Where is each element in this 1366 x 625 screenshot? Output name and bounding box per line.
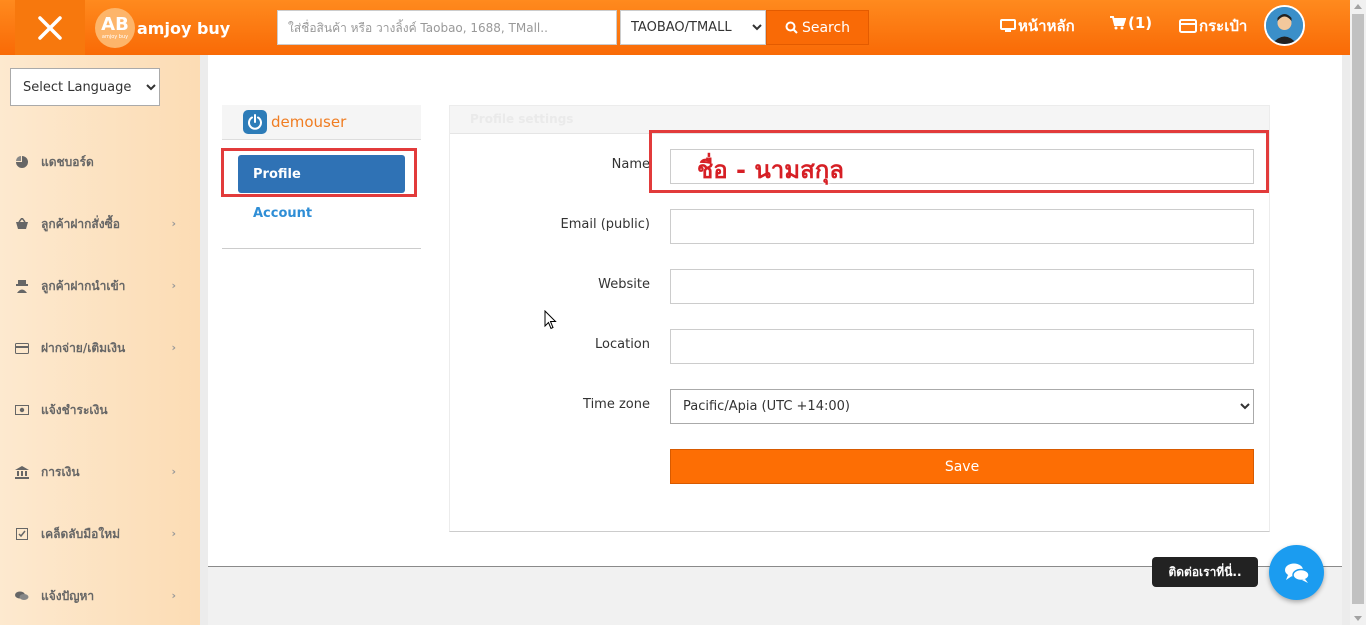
timezone-label: Time zone — [583, 397, 650, 412]
location-field[interactable] — [670, 329, 1254, 364]
search-icon — [785, 21, 798, 34]
close-icon — [38, 15, 62, 40]
sidebar-item-payment-notify[interactable]: แจ้งชำระเงิน — [0, 395, 200, 425]
scroll-down-arrow-icon[interactable] — [1354, 616, 1362, 621]
brand-logo[interactable]: AB amjoy buy amjoy buy — [95, 8, 230, 48]
sidebar-item-label: ฝากจ่าย/เติมเงิน — [41, 340, 126, 355]
search-button[interactable]: Search — [766, 10, 869, 45]
comments-icon — [15, 589, 29, 603]
mouse-cursor-icon — [544, 310, 557, 330]
power-icon — [243, 110, 267, 134]
pie-chart-icon — [15, 155, 29, 169]
contact-label[interactable]: ติดต่อเราที่นี่.. — [1152, 557, 1258, 587]
name-label: Name — [611, 157, 650, 172]
sidebar-item-dashboard[interactable]: แดชบอร์ด — [0, 147, 200, 177]
search-button-label: Search — [801, 19, 851, 36]
email-label: Email (public) — [560, 217, 650, 232]
language-select[interactable]: Select Language — [10, 68, 160, 106]
account-menu-link[interactable]: Account — [253, 206, 312, 221]
user-secret-icon — [15, 279, 29, 293]
website-label: Website — [598, 277, 650, 292]
scroll-thumb[interactable] — [1352, 14, 1364, 604]
nav-home[interactable]: หน้าหลัก — [1000, 14, 1075, 38]
sidebar-item-label: แจ้งปัญหา — [41, 588, 95, 603]
page-scrollbar[interactable] — [1350, 0, 1366, 625]
sidebar-item-order-service[interactable]: ลูกค้าฝากสั่งซื้อ › — [0, 209, 200, 239]
name-annotation: ชื่อ - นามสกุล — [697, 156, 844, 184]
top-navbar: AB amjoy buy amjoy buy TAOBAO/TMALL Sear… — [0, 0, 1350, 55]
timezone-select[interactable]: Pacific/Apia (UTC +14:00) — [670, 389, 1254, 424]
sidebar-item-label: ลูกค้าฝากสั่งซื้อ — [41, 216, 120, 231]
cart-icon — [1110, 16, 1126, 30]
platform-select[interactable]: TAOBAO/TMALL — [620, 10, 766, 45]
user-avatar-icon — [1266, 7, 1303, 44]
logo-text: amjoy buy — [137, 18, 231, 38]
logo-badge: AB amjoy buy — [95, 8, 135, 48]
profile-menu-label: Profile — [253, 166, 301, 182]
close-menu-button[interactable] — [15, 0, 85, 55]
check-square-icon — [15, 527, 29, 541]
sidebar-item-label: เคล็ดลับมือใหม่ — [41, 526, 121, 541]
chevron-right-icon: › — [171, 589, 176, 602]
profile-menu-button[interactable]: Profile — [238, 155, 405, 193]
nav-home-label: หน้าหลัก — [1018, 17, 1075, 35]
basket-icon — [15, 217, 29, 231]
sidebar-item-report-problem[interactable]: แจ้งปัญหา › — [0, 581, 200, 611]
chat-button[interactable] — [1269, 545, 1324, 600]
nav-cart-count: (1) — [1128, 14, 1153, 32]
desktop-icon — [1000, 19, 1016, 32]
nav-wallet-label: กระเป๋า — [1199, 17, 1248, 35]
content-right-gutter — [1342, 55, 1350, 625]
chat-bubbles-icon — [1284, 563, 1310, 583]
location-label: Location — [595, 337, 650, 352]
chevron-right-icon: › — [171, 217, 176, 230]
nav-cart[interactable]: (1) — [1110, 14, 1152, 32]
sidebar-item-label: การเงิน — [41, 464, 80, 479]
chevron-right-icon: › — [171, 341, 176, 354]
chevron-right-icon: › — [171, 279, 176, 292]
website-field[interactable] — [670, 269, 1254, 304]
username: demouser — [271, 113, 347, 131]
avatar[interactable] — [1264, 5, 1305, 46]
chevron-right-icon: › — [171, 465, 176, 478]
sidebar-item-payment-topup[interactable]: ฝากจ่าย/เติมเงิน › — [0, 333, 200, 363]
settings-panel-header: Profile settings — [450, 106, 1269, 134]
sidebar-item-label: แดชบอร์ด — [41, 154, 94, 169]
credit-card-icon — [15, 341, 29, 355]
sidebar-item-import-service[interactable]: ลูกค้าฝากนำเข้า › — [0, 271, 200, 301]
sidebar-item-tips[interactable]: เคล็ดลับมือใหม่ › — [0, 519, 200, 549]
scroll-up-arrow-icon[interactable] — [1354, 4, 1362, 9]
user-panel-header: demouser — [222, 105, 421, 140]
sidebar-item-label: ลูกค้าฝากนำเข้า — [41, 278, 126, 293]
money-icon — [15, 403, 29, 417]
sidebar-item-label: แจ้งชำระเงิน — [41, 402, 108, 417]
sidebar-item-finance[interactable]: การเงิน › — [0, 457, 200, 487]
chevron-right-icon: › — [171, 527, 176, 540]
sidebar: Select Language แดชบอร์ด ลูกค้าฝากสั่งซื… — [0, 55, 200, 625]
user-panel: demouser Profile Account — [222, 105, 421, 249]
email-field[interactable] — [670, 209, 1254, 244]
credit-card-icon — [1179, 19, 1197, 33]
bank-icon — [15, 465, 29, 479]
content-divider — [200, 55, 208, 625]
search-input[interactable] — [277, 10, 617, 45]
save-button[interactable]: Save — [670, 449, 1254, 484]
save-button-label: Save — [944, 458, 980, 475]
profile-settings-panel: Profile settings Name Email (public) Web… — [449, 105, 1270, 532]
nav-wallet[interactable]: กระเป๋า — [1179, 14, 1247, 38]
